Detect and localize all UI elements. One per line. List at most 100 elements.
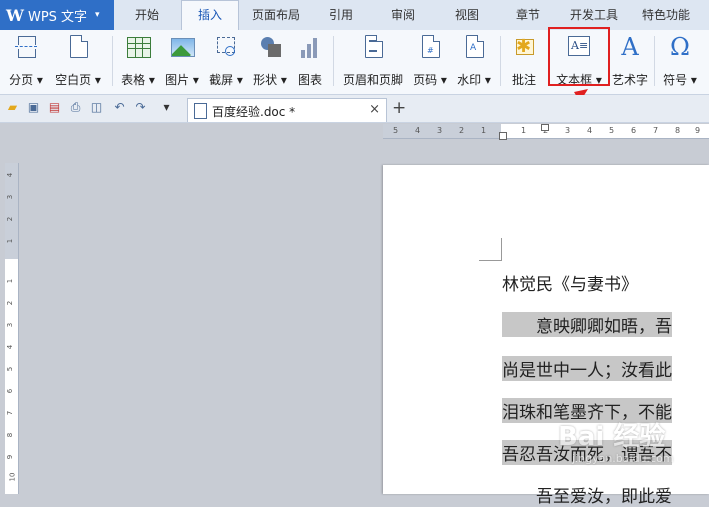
ruler-tick: 7: [653, 126, 659, 135]
ruler-tick: 5: [6, 366, 15, 372]
ruler-tick: 4: [6, 172, 15, 178]
ruler-tick: 2: [6, 216, 15, 222]
table-button[interactable]: 表格 ▾: [116, 34, 160, 90]
ruler-tick: 10: [8, 472, 17, 482]
table-label: 表格 ▾: [121, 73, 155, 87]
ruler-tick: 1: [6, 238, 15, 244]
tab-section[interactable]: 章节: [505, 0, 551, 30]
page-number-label: 页码 ▾: [413, 73, 447, 87]
shapes-icon: [257, 34, 283, 60]
print-icon[interactable]: ⎙: [69, 101, 82, 114]
comment-icon: ✱: [511, 34, 537, 60]
ribbon-divider: [333, 36, 334, 86]
baidu-watermark: Bai 经验 jingyan.baidu.com: [548, 412, 708, 482]
ruler-tick: 8: [6, 432, 15, 438]
shapes-button[interactable]: 形状 ▾: [248, 34, 292, 90]
watermark-text: Bai 经验: [558, 422, 666, 452]
ruler-tick: 9: [6, 454, 15, 460]
watermark-label: 水印 ▾: [457, 73, 491, 87]
horizontal-ruler[interactable]: 5 4 3 2 1 1 2 3 4 5 6 7 8 9: [383, 124, 709, 140]
ribbon-divider: [654, 36, 655, 86]
picture-button[interactable]: 图片 ▾: [160, 34, 204, 90]
tab-developer[interactable]: 开发工具: [562, 0, 626, 30]
ruler-tick: 3: [6, 194, 15, 200]
chevron-down-icon: ▾: [95, 10, 100, 20]
ruler-tick: 3: [6, 322, 15, 328]
ruler-tick: 1: [6, 278, 15, 284]
save-icon[interactable]: ▣: [27, 101, 40, 114]
app-name: WPS 文字: [27, 9, 88, 25]
table-icon: [125, 34, 151, 60]
page-break-button[interactable]: 分页 ▾: [4, 34, 48, 90]
ruler-tick: 2: [6, 300, 15, 306]
picture-label: 图片 ▾: [165, 73, 199, 87]
quick-access-bar: ▰ ▣ ▤ ⎙ ◫ ↶ ↷ ▾ 百度经验.doc * × +: [0, 95, 709, 123]
close-icon[interactable]: ×: [369, 102, 380, 117]
ruler-tick: 3: [437, 126, 443, 135]
document-text-line[interactable]: 尚是世中一人；汝看此: [502, 356, 672, 381]
export-pdf-icon[interactable]: ▤: [48, 101, 61, 114]
chart-label: 图表: [297, 73, 322, 87]
document-title-line[interactable]: 林觉民《与妻书》: [502, 270, 638, 295]
ruler-tick: 5: [609, 126, 615, 135]
margin-corner-mark: [479, 238, 502, 261]
blank-page-button[interactable]: 空白页 ▾: [50, 34, 106, 90]
page-number-button[interactable]: # 页码 ▾: [408, 34, 452, 90]
open-folder-icon[interactable]: ▰: [6, 101, 19, 114]
document-text-line[interactable]: 吾至爱汝，即此爱: [502, 482, 672, 507]
screenshot-icon: [213, 34, 239, 60]
indent-marker[interactable]: [499, 132, 507, 140]
tab-references[interactable]: 引用: [318, 0, 364, 30]
ruler-tick: 1: [481, 126, 487, 135]
app-menu-button[interactable]: W WPS 文字 ▾: [0, 0, 114, 30]
tab-review[interactable]: 审阅: [380, 0, 426, 30]
page-number-icon: #: [417, 34, 443, 60]
watermark-icon: A: [461, 34, 487, 60]
first-line-indent-marker[interactable]: [541, 124, 549, 131]
comment-button[interactable]: ✱ 批注: [504, 34, 544, 90]
ruler-tick: 1: [521, 126, 527, 135]
page-break-label: 分页 ▾: [9, 73, 43, 87]
chart-icon: [297, 34, 323, 60]
document-text-line[interactable]: 意映卿卿如晤，吾: [502, 312, 672, 337]
ruler-tick: 9: [695, 126, 701, 135]
shapes-label: 形状 ▾: [253, 73, 287, 87]
ribbon-divider: [500, 36, 501, 86]
tab-home[interactable]: 开始: [120, 0, 174, 30]
document-tab[interactable]: 百度经验.doc * ×: [187, 98, 387, 122]
art-text-button[interactable]: A 艺术字: [610, 34, 650, 90]
symbol-button[interactable]: Ω 符号 ▾: [658, 34, 702, 90]
header-footer-label: 页眉和页脚: [342, 73, 403, 87]
ruler-tick: 4: [415, 126, 421, 135]
header-footer-icon: [360, 34, 386, 60]
symbol-label: 符号 ▾: [663, 73, 697, 87]
ruler-tick: 6: [631, 126, 637, 135]
screenshot-label: 截屏 ▾: [209, 73, 243, 87]
chart-button[interactable]: 图表: [292, 34, 328, 90]
print-preview-icon[interactable]: ◫: [90, 101, 103, 114]
ruler-tick: 7: [6, 410, 15, 416]
omega-icon: Ω: [670, 33, 690, 61]
customize-dropdown-icon[interactable]: ▾: [160, 101, 173, 114]
vertical-ruler[interactable]: 4 3 2 1 1 2 3 4 5 6 7 8 9 10: [5, 163, 19, 494]
new-tab-button[interactable]: +: [392, 98, 406, 118]
ruler-tick: 6: [6, 388, 15, 394]
ruler-tick: 2: [459, 126, 465, 135]
tab-page-layout[interactable]: 页面布局: [245, 0, 307, 30]
tab-insert[interactable]: 插入: [181, 0, 239, 31]
document-tab-name: 百度经验.doc *: [212, 105, 296, 119]
undo-icon[interactable]: ↶: [113, 101, 126, 114]
art-text-icon: A: [621, 33, 639, 61]
ribbon-divider: [112, 36, 113, 86]
blank-page-icon: [65, 34, 91, 60]
comment-label: 批注: [511, 73, 536, 87]
watermark-button[interactable]: A 水印 ▾: [452, 34, 496, 90]
ruler-tick: 4: [587, 126, 593, 135]
textbox-highlight-box: [548, 27, 610, 86]
screenshot-button[interactable]: 截屏 ▾: [204, 34, 248, 90]
picture-icon: [169, 34, 195, 60]
redo-icon[interactable]: ↷: [134, 101, 147, 114]
tab-special[interactable]: 特色功能: [634, 0, 698, 30]
header-footer-button[interactable]: 页眉和页脚: [338, 34, 408, 90]
tab-view[interactable]: 视图: [444, 0, 490, 30]
